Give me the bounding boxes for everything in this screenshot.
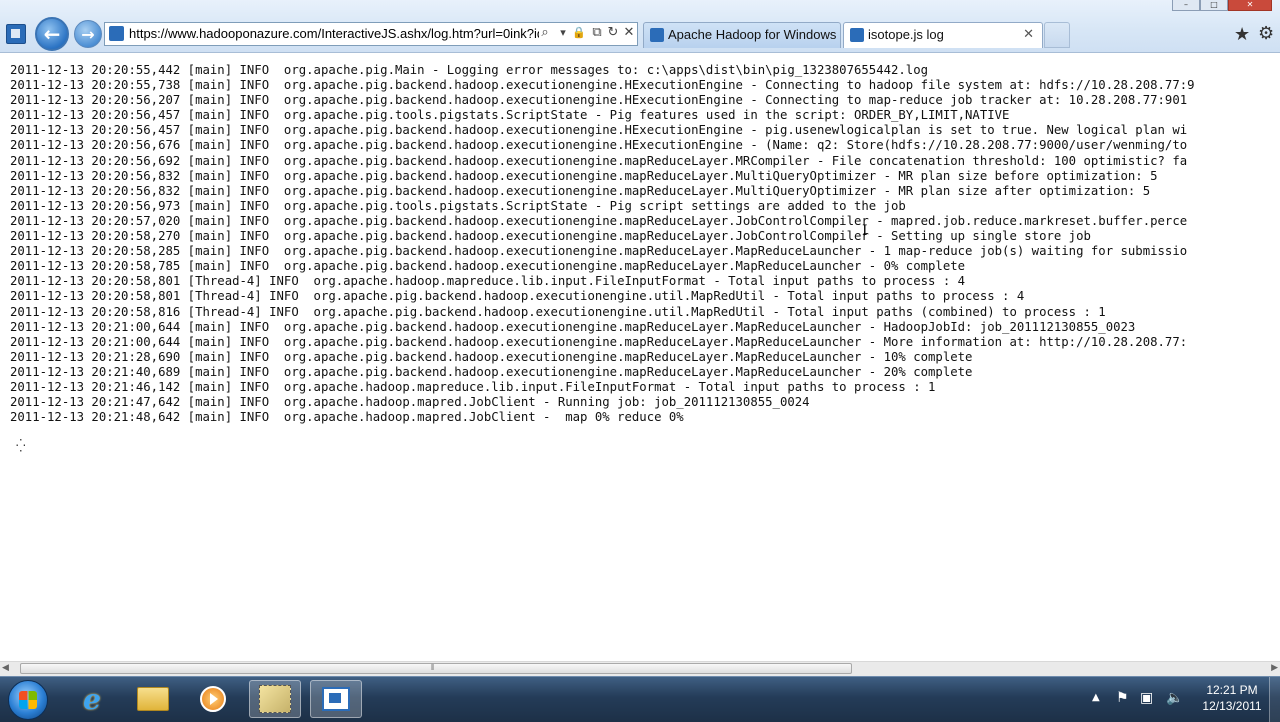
show-desktop-button[interactable] — [1269, 677, 1280, 722]
taskbar-snipping-tool[interactable] — [249, 680, 301, 718]
log-line: 2011-12-13 20:20:56,832 [main] INFO org.… — [10, 168, 1158, 183]
forward-arrow-icon: → — [81, 24, 95, 44]
log-line: 2011-12-13 20:21:48,642 [main] INFO org.… — [10, 410, 684, 425]
log-line: 2011-12-13 20:20:56,457 [main] INFO org.… — [10, 123, 1188, 138]
action-center-flag-icon[interactable]: ⚑ — [1116, 690, 1129, 706]
log-line: 2011-12-13 20:20:57,020 [main] INFO org.… — [10, 213, 1188, 228]
log-line: 2011-12-13 20:20:56,692 [main] INFO org.… — [10, 153, 1188, 168]
internet-explorer-icon: e — [83, 682, 101, 716]
folder-icon — [137, 687, 169, 711]
log-line: 2011-12-13 20:21:00,644 [main] INFO org.… — [10, 334, 1188, 349]
windows-logo-icon — [19, 691, 37, 709]
page-icon — [6, 24, 26, 44]
scrollbar-grip-icon: ⦀ — [431, 663, 435, 672]
favorites-star-icon[interactable]: ★ — [1234, 24, 1250, 45]
scroll-left-icon[interactable]: ◀ — [2, 663, 9, 673]
lock-icon[interactable]: 🔒 — [571, 26, 587, 39]
maximize-button[interactable]: □ — [1200, 0, 1228, 11]
taskbar-media-player[interactable] — [187, 680, 239, 718]
back-arrow-icon: ← — [43, 22, 61, 46]
tab-label: Apache Hadoop for Windows ... — [668, 27, 841, 42]
dropdown-chevron-icon[interactable]: ▾ — [555, 26, 571, 39]
clock-date: 12/13/2011 — [1202, 699, 1262, 713]
tab-site-icon — [850, 28, 864, 42]
clock-time: 12:21 PM — [1206, 683, 1258, 697]
address-text[interactable]: https://www.hadooponazure.com/Interactiv… — [129, 26, 539, 41]
page-content: 2011-12-13 20:20:55,442 [main] INFO org.… — [0, 53, 1280, 661]
log-line: 2011-12-13 20:20:58,801 [Thread-4] INFO … — [10, 289, 1025, 304]
back-button[interactable]: ← — [35, 17, 69, 51]
log-line: 2011-12-13 20:20:58,285 [main] INFO org.… — [10, 244, 1188, 259]
search-icon[interactable]: ⌕ — [537, 25, 553, 40]
taskbar-file-explorer[interactable] — [127, 680, 179, 718]
horizontal-scrollbar[interactable]: ◀ ⦀ ▶ — [0, 661, 1280, 676]
log-line: 2011-12-13 20:21:00,644 [main] INFO org.… — [10, 319, 1136, 334]
media-player-icon — [200, 686, 226, 712]
log-line: 2011-12-13 20:20:58,816 [Thread-4] INFO … — [10, 304, 1106, 319]
log-line: 2011-12-13 20:20:56,832 [main] INFO org.… — [10, 183, 1151, 198]
stop-icon[interactable]: ✕ — [621, 25, 637, 40]
scroll-right-icon[interactable]: ▶ — [1271, 663, 1278, 673]
site-icon — [109, 26, 124, 41]
snipping-tool-icon — [259, 685, 291, 713]
network-icon[interactable]: ▣ — [1140, 690, 1153, 706]
volume-icon[interactable]: 🔈 — [1166, 690, 1183, 706]
log-line: 2011-12-13 20:21:40,689 [main] INFO org.… — [10, 364, 973, 379]
scrollbar-thumb[interactable]: ⦀ — [20, 663, 852, 674]
log-line: 2011-12-13 20:21:46,142 [main] INFO org.… — [10, 379, 936, 394]
log-line: 2011-12-13 20:21:47,642 [main] INFO org.… — [10, 395, 810, 410]
log-line: 2011-12-13 20:20:56,676 [main] INFO org.… — [10, 138, 1188, 153]
log-output: 2011-12-13 20:20:55,442 [main] INFO org.… — [10, 63, 1195, 425]
new-tab-button[interactable] — [1044, 22, 1070, 48]
compatibility-view-icon[interactable]: ⧉ — [589, 25, 605, 40]
start-button[interactable] — [8, 680, 48, 720]
taskbar: e ▲ ⚑ ▣ 🔈 12:21 PM 12/13/2011 — [0, 676, 1280, 722]
address-bar[interactable]: https://www.hadooponazure.com/Interactiv… — [104, 22, 638, 46]
refresh-icon[interactable]: ↻ — [605, 25, 621, 40]
log-line: 2011-12-13 20:20:58,785 [main] INFO org.… — [10, 259, 966, 274]
log-line: 2011-12-13 20:20:56,973 [main] INFO org.… — [10, 198, 906, 213]
tab-site-icon — [650, 28, 664, 42]
tab-apache-hadoop[interactable]: Apache Hadoop for Windows ... — [643, 22, 841, 48]
system-tray: ▲ ⚑ ▣ 🔈 12:21 PM 12/13/2011 — [1090, 677, 1280, 722]
tab-isotope-log[interactable]: isotope.js log ✕ — [843, 22, 1043, 48]
browser-chrome: – □ ✕ ← → https://www.hadooponazure.com/… — [0, 0, 1280, 53]
log-line: 2011-12-13 20:21:28,690 [main] INFO org.… — [10, 349, 973, 364]
minimize-button[interactable]: – — [1172, 0, 1200, 11]
window-controls: – □ ✕ — [1172, 0, 1272, 12]
forward-button[interactable]: → — [74, 20, 102, 48]
log-line: 2011-12-13 20:20:56,457 [main] INFO org.… — [10, 108, 1010, 123]
show-hidden-icons-icon[interactable]: ▲ — [1092, 692, 1100, 703]
tools-gear-icon[interactable]: ⚙ — [1258, 23, 1274, 44]
clock[interactable]: 12:21 PM 12/13/2011 — [1194, 682, 1270, 714]
log-line: 2011-12-13 20:20:55,442 [main] INFO org.… — [10, 63, 929, 77]
log-line: 2011-12-13 20:20:58,801 [Thread-4] INFO … — [10, 274, 966, 289]
text-cursor-icon: I — [862, 223, 868, 239]
tab-label: isotope.js log — [868, 27, 944, 42]
log-line: 2011-12-13 20:20:55,738 [main] INFO org.… — [10, 78, 1195, 93]
busy-spinner-icon: ⁛ — [16, 439, 26, 453]
taskbar-ie-window[interactable] — [310, 680, 362, 718]
tab-close-icon[interactable]: ✕ — [1023, 26, 1034, 42]
taskbar-internet-explorer[interactable]: e — [66, 680, 118, 718]
browser-window-icon — [322, 687, 350, 711]
log-line: 2011-12-13 20:20:56,207 [main] INFO org.… — [10, 93, 1188, 108]
log-line: 2011-12-13 20:20:58,270 [main] INFO org.… — [10, 229, 1091, 244]
close-window-button[interactable]: ✕ — [1228, 0, 1272, 11]
